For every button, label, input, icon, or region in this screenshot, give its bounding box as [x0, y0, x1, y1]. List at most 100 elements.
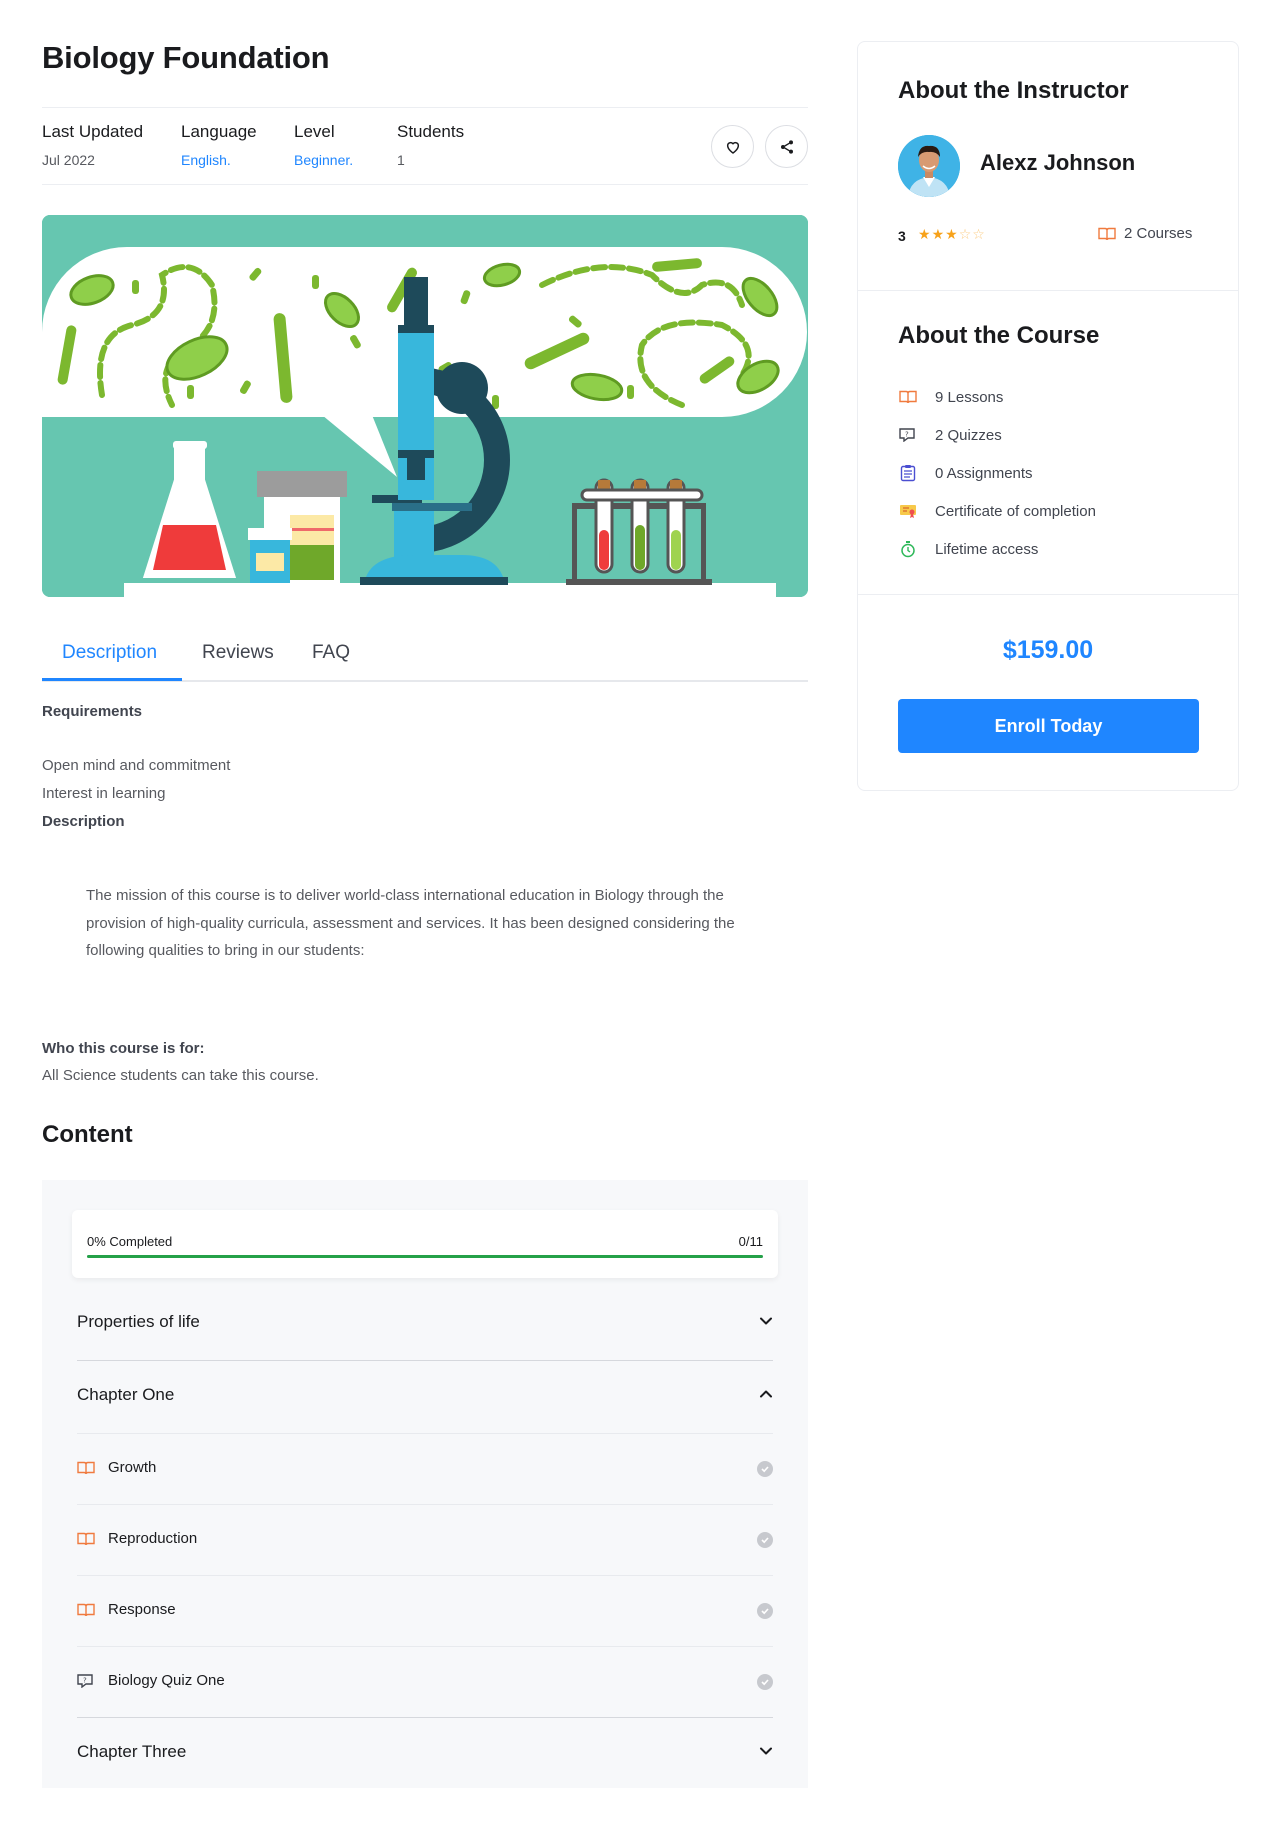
avatar[interactable] — [898, 135, 960, 197]
description-paragraph: The mission of this course is to deliver… — [86, 887, 735, 959]
feature-certificate: Certificate of completion — [898, 501, 1096, 521]
certificate-icon — [900, 505, 916, 518]
lesson-title: Growth — [108, 1459, 157, 1476]
book-icon — [77, 1532, 95, 1546]
lesson-item[interactable]: ? Biology Quiz One — [77, 1647, 773, 1717]
divider — [858, 290, 1238, 291]
content-heading: Content — [42, 1121, 133, 1148]
requirement-item: Open mind and commitment — [42, 757, 231, 774]
meta-value-link[interactable]: English. — [181, 152, 257, 168]
tab-faq[interactable]: FAQ — [312, 642, 350, 664]
share-button[interactable] — [765, 125, 808, 168]
page-title: Biology Foundation — [42, 40, 330, 75]
description-heading: Description — [42, 813, 125, 830]
course-curriculum: 0% Completed 0/11 Properties of life Cha… — [42, 1180, 808, 1788]
progress-label: 0% Completed — [87, 1234, 173, 1249]
enroll-button[interactable]: Enroll Today — [898, 699, 1199, 753]
stopwatch-icon — [901, 541, 915, 558]
topic-title: Chapter Three — [77, 1742, 187, 1761]
lesson-item[interactable]: Response — [77, 1576, 773, 1646]
feature-assignments: 0 Assignments — [898, 463, 1033, 483]
requirement-item: Interest in learning — [42, 785, 166, 802]
feature-label: 0 Assignments — [935, 464, 1033, 482]
star-filled-icon: ★ — [945, 226, 959, 242]
meta-last-updated: Last Updated Jul 2022 — [42, 122, 143, 168]
check-circle-icon — [757, 1603, 773, 1619]
chevron-down-icon — [760, 1747, 772, 1755]
course-sidebar: About the Instructor Alexz Johnson 3 ★★★… — [857, 41, 1239, 791]
meta-label: Last Updated — [42, 122, 144, 141]
svg-text:?: ? — [83, 1677, 87, 1685]
courses-count: 2 Courses — [1124, 225, 1193, 242]
meta-value: Jul 2022 — [42, 152, 95, 168]
feature-quizzes: ? 2 Quizzes — [898, 425, 1002, 445]
course-tabs: Description Reviews FAQ — [42, 630, 808, 682]
star-filled-icon: ★ — [918, 226, 932, 242]
feature-label: 2 Quizzes — [935, 426, 1002, 444]
heart-icon — [726, 141, 739, 154]
lesson-title: Biology Quiz One — [108, 1672, 225, 1689]
star-empty-icon: ☆ — [972, 226, 986, 242]
audience-heading: Who this course is for: — [42, 1040, 205, 1057]
active-tab-indicator — [42, 678, 182, 681]
check-circle-icon — [757, 1674, 773, 1690]
progress-bar-fill — [87, 1255, 763, 1258]
star-empty-icon: ☆ — [958, 226, 973, 242]
course-price: $159.00 — [1002, 636, 1094, 664]
feature-lifetime-access: Lifetime access — [898, 539, 1038, 559]
topic-header[interactable]: Chapter One — [77, 1361, 773, 1433]
course-meta: Last Updated Jul 2022 Language English. … — [42, 107, 808, 185]
meta-language: Language English. — [181, 122, 257, 168]
topic-header[interactable]: Chapter Three — [77, 1718, 773, 1790]
progress-bar — [87, 1255, 763, 1258]
chevron-up-icon — [760, 1390, 772, 1398]
divider — [858, 594, 1238, 595]
feature-label: Certificate of completion — [935, 502, 1096, 520]
instructor-name[interactable]: Alexz Johnson — [980, 150, 1135, 176]
check-circle-icon — [757, 1461, 773, 1477]
assignment-icon — [900, 465, 916, 482]
share-icon — [780, 139, 793, 154]
lesson-item[interactable]: Reproduction — [77, 1505, 773, 1575]
book-icon — [899, 390, 917, 404]
star-rating: ★★★☆☆ — [918, 226, 986, 243]
star-filled-icon: ★ — [931, 226, 946, 242]
tab-reviews[interactable]: Reviews — [202, 642, 274, 664]
book-icon — [77, 1603, 95, 1617]
about-course-heading: About the Course — [898, 322, 1100, 349]
requirements-heading: Requirements — [42, 703, 143, 720]
meta-students: Students 1 — [397, 122, 464, 168]
quiz-icon: ? — [77, 1674, 93, 1688]
check-circle-icon — [757, 1532, 773, 1548]
book-icon — [77, 1461, 95, 1475]
meta-value: 1 — [397, 152, 405, 168]
instructor-courses[interactable]: 2 Courses — [1098, 225, 1192, 242]
svg-text:?: ? — [905, 431, 909, 439]
lesson-item[interactable]: Growth — [77, 1434, 773, 1504]
instructor-photo — [898, 135, 960, 197]
feature-label: Lifetime access — [935, 540, 1039, 558]
lesson-title: Response — [108, 1601, 176, 1618]
instructor-heading: About the Instructor — [898, 77, 1129, 104]
meta-label: Level — [294, 122, 335, 141]
topic-title: Properties of life — [77, 1312, 200, 1331]
meta-level: Level Beginner. — [294, 122, 353, 168]
meta-label: Students — [397, 122, 465, 141]
progress-count: 0/11 — [738, 1234, 763, 1249]
audience-text: All Science students can take this cours… — [42, 1067, 319, 1084]
book-icon — [1098, 227, 1116, 240]
course-thumbnail — [42, 215, 808, 597]
tab-description[interactable]: Description — [62, 642, 157, 664]
rating-value: 3 — [898, 228, 906, 244]
topic-header[interactable]: Properties of life — [77, 1288, 773, 1360]
feature-label: 9 Lessons — [935, 388, 1004, 406]
topic-title: Chapter One — [77, 1385, 175, 1404]
quiz-icon: ? — [899, 428, 915, 442]
lesson-title: Reproduction — [108, 1530, 198, 1547]
microscope-illustration — [42, 215, 808, 597]
chevron-down-icon — [760, 1317, 772, 1325]
meta-value-link[interactable]: Beginner. — [294, 152, 353, 168]
progress-card: 0% Completed 0/11 — [72, 1210, 778, 1278]
wishlist-button[interactable] — [711, 125, 754, 168]
feature-lessons: 9 Lessons — [898, 387, 1003, 407]
